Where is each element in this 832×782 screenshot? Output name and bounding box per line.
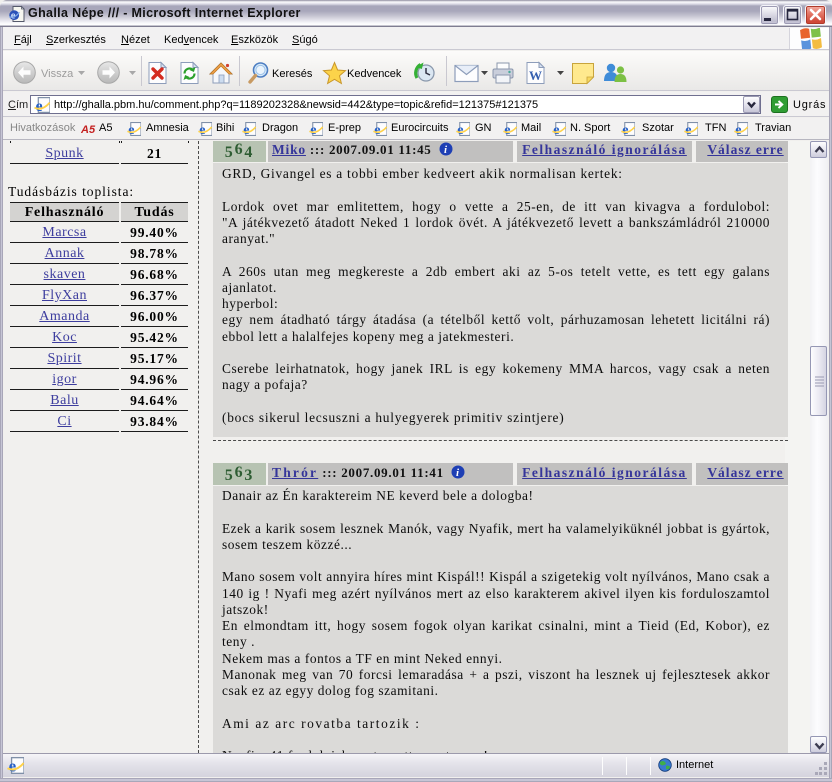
svg-text:W: W bbox=[529, 68, 542, 83]
svg-text:A5: A5 bbox=[81, 124, 96, 135]
